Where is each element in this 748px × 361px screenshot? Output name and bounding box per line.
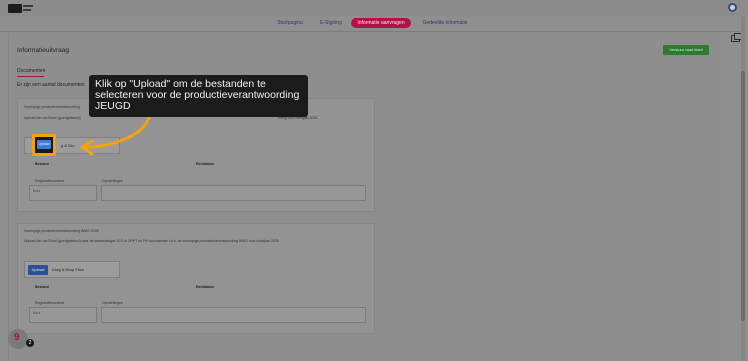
scrollbar-thumb[interactable] <box>741 71 745 321</box>
help-logo-icon: 9 <box>14 332 20 343</box>
guide-tooltip: Klik op "Upload" om de bestanden te sele… <box>89 75 308 117</box>
tooltip-arrow-icon <box>80 108 152 156</box>
scrollbar[interactable] <box>741 16 745 361</box>
help-widget[interactable]: 9 <box>8 329 28 349</box>
help-count-badge: 2 <box>26 339 34 347</box>
